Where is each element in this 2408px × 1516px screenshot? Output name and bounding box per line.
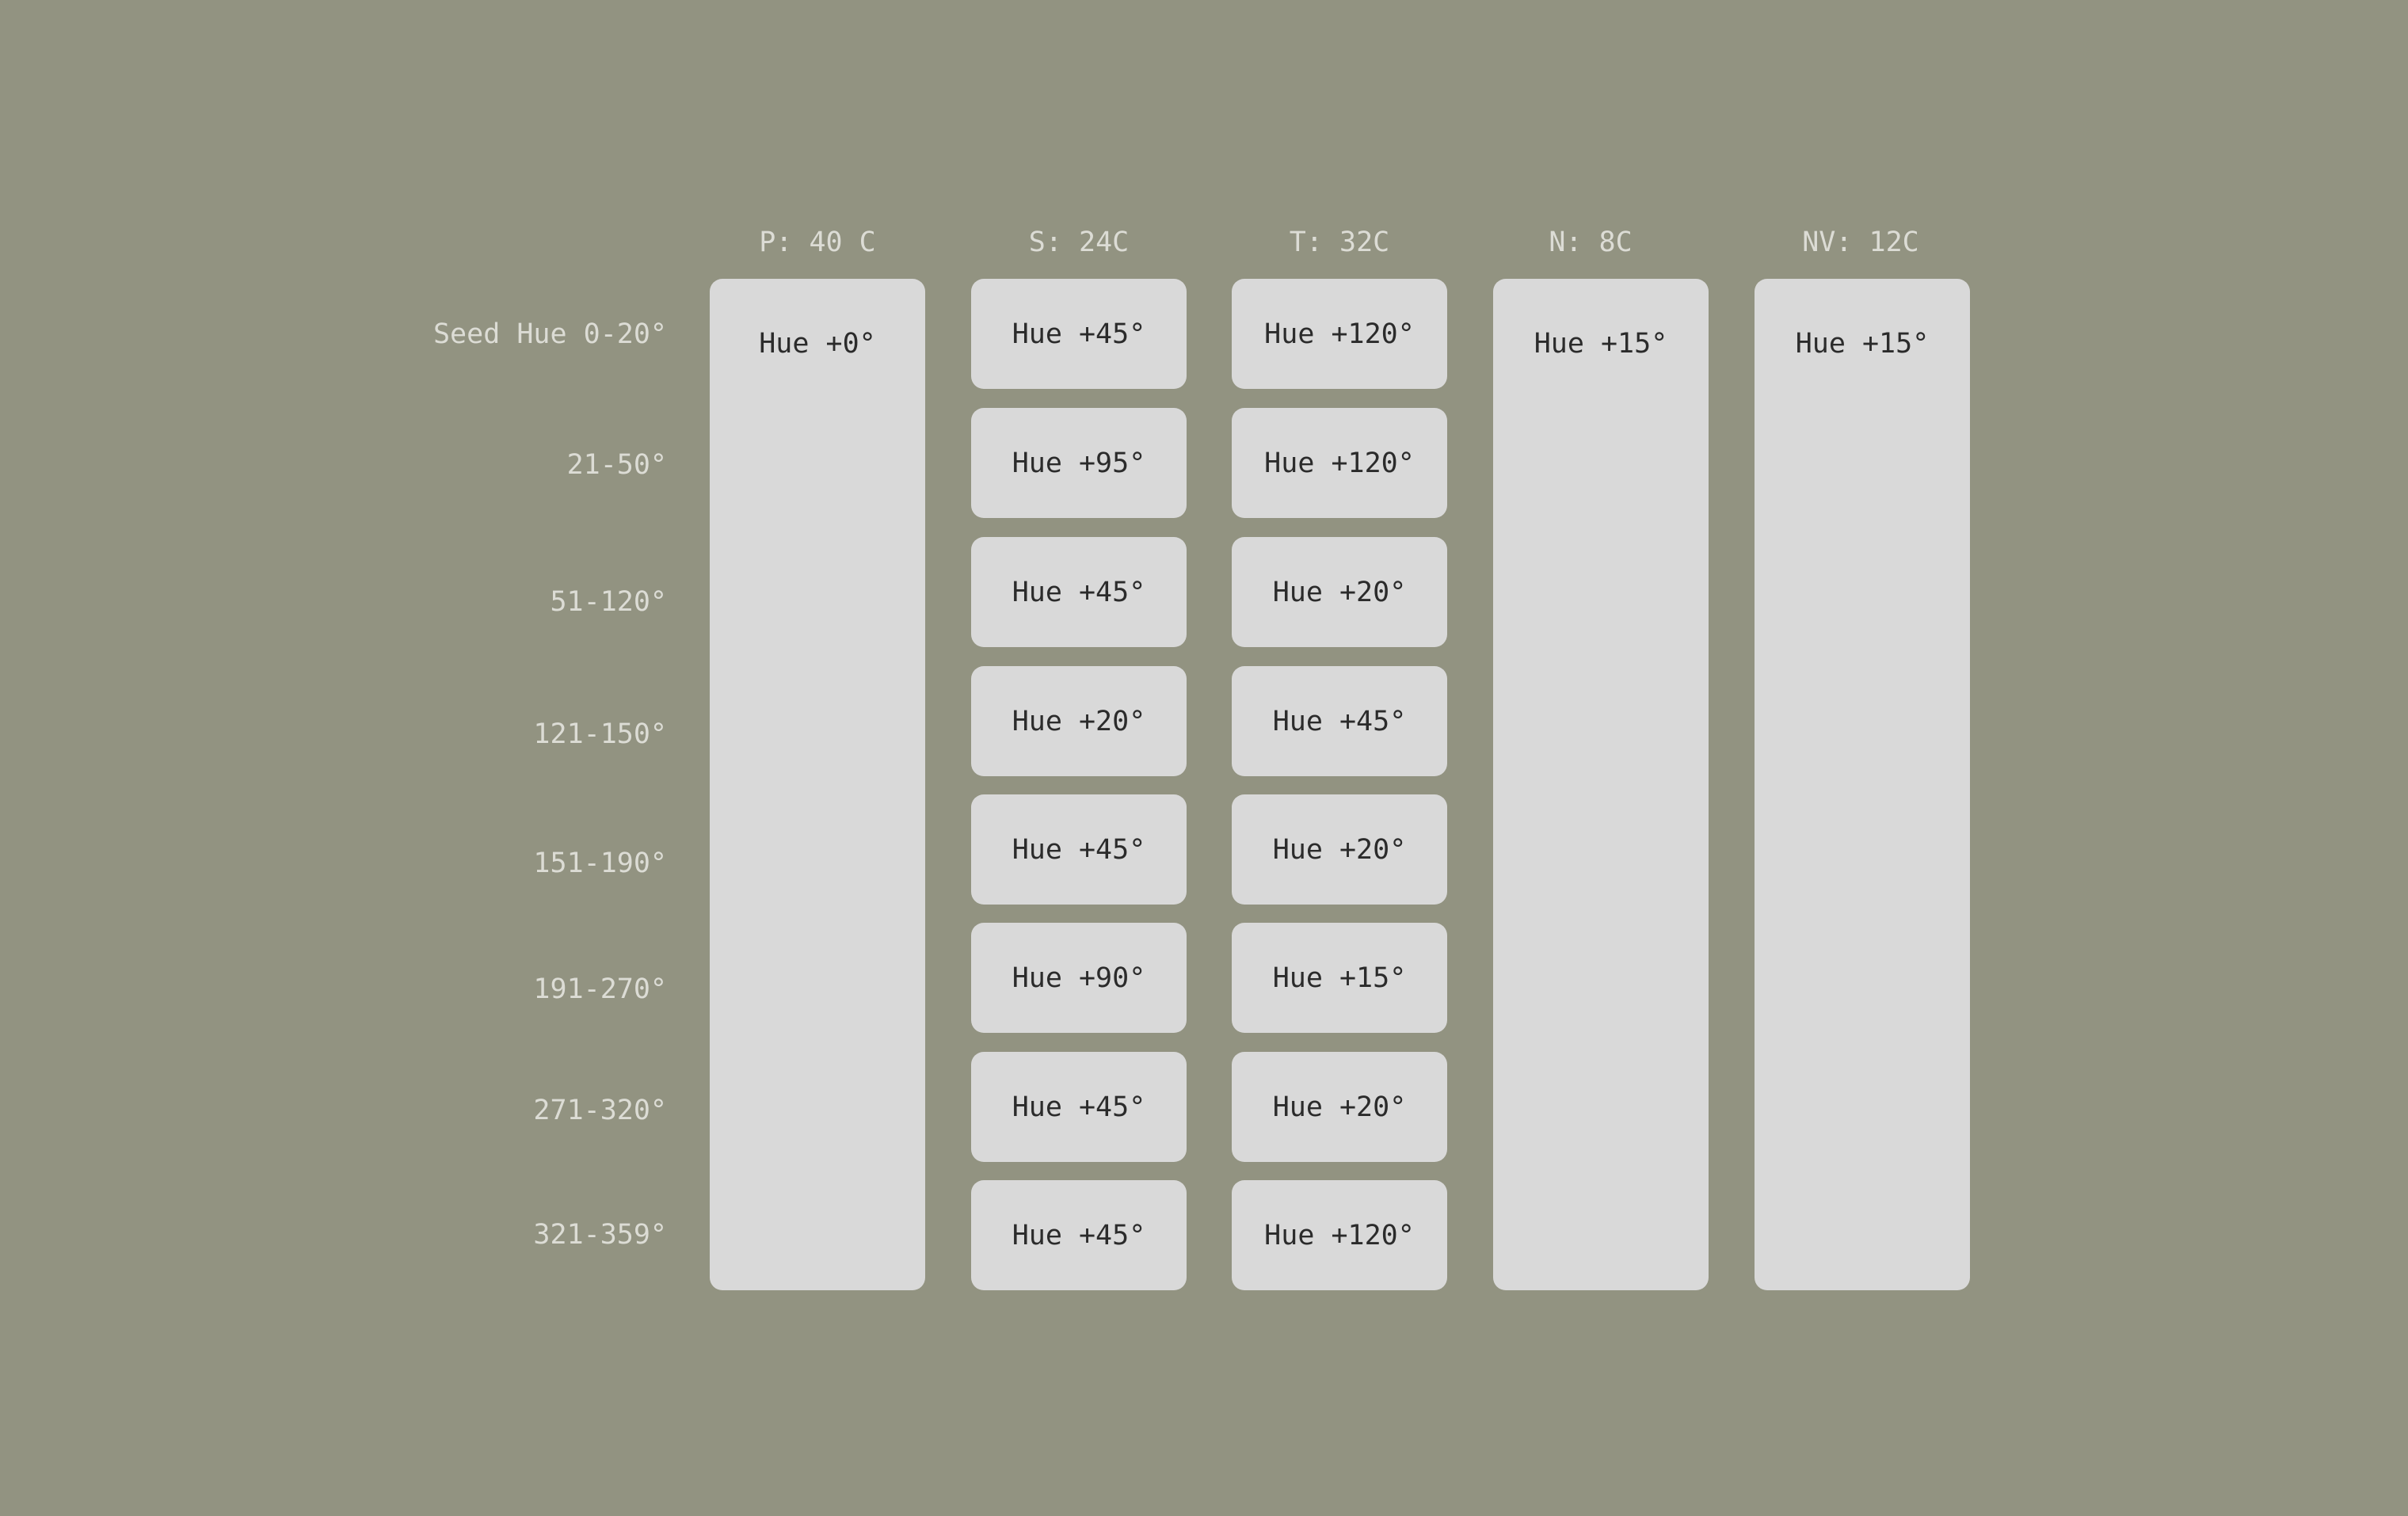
row-label-121-150: 121-150° bbox=[533, 718, 667, 750]
neutral-hue-value: Hue +15° bbox=[1534, 328, 1668, 360]
secondary-hue-value: Hue +45° bbox=[1012, 833, 1146, 866]
tertiary-hue-cell: Hue +120° bbox=[1232, 279, 1447, 389]
neutral-hue-cell: Hue +15° bbox=[1493, 279, 1709, 1290]
secondary-hue-cell: Hue +45° bbox=[971, 279, 1187, 389]
secondary-hue-value: Hue +90° bbox=[1012, 962, 1146, 994]
tertiary-hue-cell: Hue +20° bbox=[1232, 537, 1447, 647]
tertiary-hue-value: Hue +120° bbox=[1264, 1219, 1415, 1251]
tertiary-hue-cell: Hue +15° bbox=[1232, 923, 1447, 1033]
secondary-hue-cell: Hue +45° bbox=[971, 1180, 1187, 1290]
column-header-neutral: N: 8C bbox=[1549, 227, 1633, 258]
secondary-hue-cell: Hue +90° bbox=[971, 923, 1187, 1033]
row-label-21-50: 21-50° bbox=[566, 449, 667, 481]
row-label-151-190: 151-190° bbox=[533, 848, 667, 879]
tertiary-hue-value: Hue +15° bbox=[1272, 962, 1407, 994]
secondary-hue-value: Hue +20° bbox=[1012, 705, 1146, 737]
secondary-hue-value: Hue +45° bbox=[1012, 1091, 1146, 1123]
secondary-hue-cell: Hue +95° bbox=[971, 408, 1187, 518]
tertiary-hue-value: Hue +120° bbox=[1264, 318, 1415, 350]
tertiary-hue-value: Hue +20° bbox=[1272, 833, 1407, 866]
secondary-hue-cell: Hue +45° bbox=[971, 1052, 1187, 1162]
secondary-hue-value: Hue +45° bbox=[1012, 576, 1146, 608]
tertiary-hue-value: Hue +45° bbox=[1272, 705, 1407, 737]
column-header-primary: P: 40 C bbox=[759, 227, 876, 258]
neutral-variant-hue-value: Hue +15° bbox=[1795, 328, 1930, 360]
tertiary-hue-cell: Hue +20° bbox=[1232, 1052, 1447, 1162]
tertiary-hue-cell: Hue +120° bbox=[1232, 1180, 1447, 1290]
tertiary-hue-value: Hue +20° bbox=[1272, 576, 1407, 608]
secondary-hue-cell: Hue +20° bbox=[971, 666, 1187, 776]
secondary-hue-value: Hue +95° bbox=[1012, 447, 1146, 479]
row-label-51-120: 51-120° bbox=[550, 586, 667, 618]
column-header-neutral-variant: NV: 12C bbox=[1802, 227, 1919, 258]
primary-hue-cell: Hue +0° bbox=[710, 279, 925, 1290]
tertiary-hue-value: Hue +120° bbox=[1264, 447, 1415, 479]
neutral-variant-hue-cell: Hue +15° bbox=[1755, 279, 1970, 1290]
tertiary-hue-value: Hue +20° bbox=[1272, 1091, 1407, 1123]
row-label-321-359: 321-359° bbox=[533, 1219, 667, 1251]
column-header-tertiary: T: 32C bbox=[1289, 227, 1390, 258]
secondary-hue-value: Hue +45° bbox=[1012, 1219, 1146, 1251]
secondary-hue-cell: Hue +45° bbox=[971, 794, 1187, 905]
row-label-271-320: 271-320° bbox=[533, 1095, 667, 1126]
row-label-seed-hue-0-20: Seed Hue 0-20° bbox=[432, 318, 667, 350]
tertiary-hue-cell: Hue +45° bbox=[1232, 666, 1447, 776]
secondary-hue-value: Hue +45° bbox=[1012, 318, 1146, 350]
column-header-secondary: S: 24C bbox=[1028, 227, 1130, 258]
tertiary-hue-cell: Hue +20° bbox=[1232, 794, 1447, 905]
primary-hue-value: Hue +0° bbox=[759, 328, 876, 360]
row-label-191-270: 191-270° bbox=[533, 973, 667, 1005]
tertiary-hue-cell: Hue +120° bbox=[1232, 408, 1447, 518]
secondary-hue-cell: Hue +45° bbox=[971, 537, 1187, 647]
